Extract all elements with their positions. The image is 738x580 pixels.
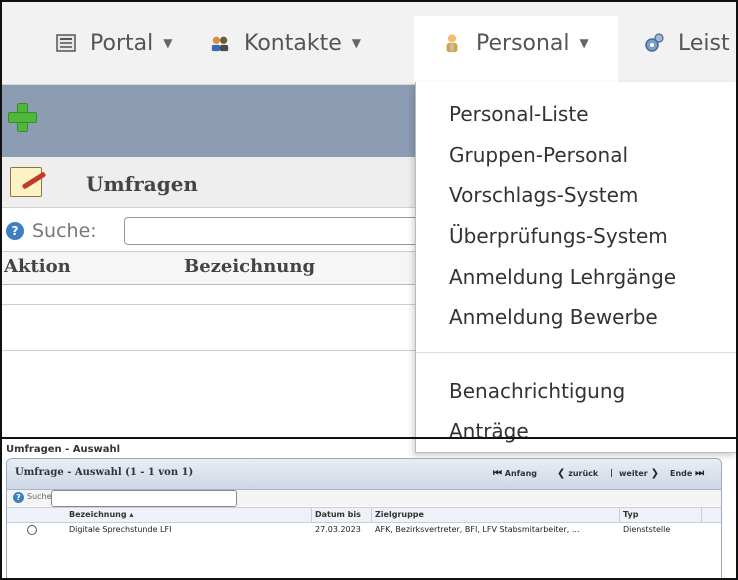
search-label: Suche: bbox=[32, 220, 97, 242]
dialog-table-header: Bezeichnung ▴ Datum bis Zielgruppe Typ bbox=[7, 507, 721, 523]
row-radio-button[interactable] bbox=[27, 525, 37, 535]
dialog-search-row: ? Suche: bbox=[7, 490, 721, 507]
pager-first-label: Anfang bbox=[504, 469, 537, 478]
add-icon[interactable] bbox=[8, 103, 37, 132]
prev-page-icon: ❮ bbox=[557, 468, 566, 479]
next-page-icon: ❯ bbox=[650, 468, 659, 479]
menu-item-personal-liste[interactable]: Personal-Liste bbox=[449, 102, 589, 126]
nav-portal[interactable]: Portal ▼ bbox=[56, 28, 172, 58]
portal-icon bbox=[56, 34, 76, 52]
pager-prev-label: zurück bbox=[568, 469, 599, 478]
column-header-bezeichnung[interactable]: Bezeichnung bbox=[184, 256, 315, 277]
chevron-down-icon: ▼ bbox=[163, 36, 173, 50]
section-divider bbox=[2, 437, 736, 439]
table-row[interactable]: Digitale Sprechstunde LFI 27.03.2023 AFK… bbox=[7, 523, 721, 537]
selection-dialog: Umfrage - Auswahl (1 - 1 von 1) ⏮ Anfang… bbox=[6, 458, 722, 578]
cell-datum-bis: 27.03.2023 bbox=[315, 525, 361, 534]
dialog-legend: Umfragen - Auswahl bbox=[6, 444, 121, 455]
search-input[interactable] bbox=[124, 217, 426, 245]
menu-item-antraege[interactable]: Anträge bbox=[449, 419, 529, 443]
nav-personal-label: Personal bbox=[476, 30, 570, 56]
chevron-down-icon: ▼ bbox=[351, 36, 361, 50]
nav-leist[interactable]: Leist bbox=[644, 28, 730, 58]
cell-typ: Dienststelle bbox=[623, 525, 671, 534]
menu-item-anmeldung-bewerbe[interactable]: Anmeldung Bewerbe bbox=[449, 305, 658, 329]
nav-kontakte[interactable]: Kontakte ▼ bbox=[210, 28, 361, 58]
column-header-zielgruppe[interactable]: Zielgruppe bbox=[375, 510, 424, 519]
personal-icon bbox=[446, 34, 458, 53]
pager-next[interactable]: weiter ❯ bbox=[619, 468, 659, 479]
pager-next-label: weiter bbox=[619, 469, 648, 478]
dialog-header: Umfrage - Auswahl (1 - 1 von 1) ⏮ Anfang… bbox=[7, 459, 721, 490]
dialog-search-input[interactable] bbox=[51, 490, 237, 507]
nav-kontakte-label: Kontakte bbox=[244, 30, 342, 56]
column-header-datum-bis[interactable]: Datum bis bbox=[315, 510, 361, 519]
column-separator bbox=[619, 508, 620, 522]
last-page-icon: ⏭ bbox=[695, 468, 705, 479]
column-header-bezeichnung[interactable]: Bezeichnung ▴ bbox=[69, 510, 133, 519]
help-icon[interactable]: ? bbox=[13, 492, 24, 503]
cell-bezeichnung: Digitale Sprechstunde LFI bbox=[69, 525, 172, 534]
help-icon[interactable]: ? bbox=[6, 222, 24, 240]
chevron-down-icon: ▼ bbox=[579, 36, 589, 50]
nav-leist-label: Leist bbox=[678, 30, 730, 56]
dialog-title: Umfrage - Auswahl (1 - 1 von 1) bbox=[15, 467, 194, 478]
pager-first[interactable]: ⏮ Anfang bbox=[493, 468, 537, 479]
gear-icon bbox=[645, 33, 664, 52]
menu-item-vorschlags-system[interactable]: Vorschlags-System bbox=[449, 183, 638, 207]
first-page-icon: ⏮ bbox=[493, 468, 502, 479]
pager-last-label: Ende bbox=[670, 469, 693, 478]
pager-separator: | bbox=[610, 468, 613, 477]
nav-portal-label: Portal bbox=[90, 30, 154, 56]
column-header-typ[interactable]: Typ bbox=[623, 510, 638, 519]
top-navbar: Portal ▼ Kontakte ▼ Personal ▼ Leist bbox=[2, 2, 736, 85]
pager-last[interactable]: Ende ⏭ bbox=[670, 468, 704, 479]
notepad-icon bbox=[10, 167, 42, 197]
column-header-aktion[interactable]: Aktion bbox=[4, 256, 71, 277]
contacts-icon bbox=[211, 36, 229, 52]
menu-item-anmeldung-lehrgaenge[interactable]: Anmeldung Lehrgänge bbox=[449, 265, 676, 289]
column-separator bbox=[311, 508, 312, 522]
nav-personal[interactable]: Personal ▼ bbox=[442, 28, 589, 58]
menu-item-ueberpruefungs-system[interactable]: Überprüfungs-System bbox=[449, 224, 668, 248]
pager-prev[interactable]: ❮ zurück bbox=[557, 468, 598, 479]
menu-item-benachrichtigung[interactable]: Benachrichtigung bbox=[449, 379, 625, 403]
menu-item-gruppen-personal[interactable]: Gruppen-Personal bbox=[449, 143, 628, 167]
page-title: Umfragen bbox=[86, 172, 198, 196]
cell-zielgruppe: AFK, Bezirksvertreter, BFI, LFV Stabsmit… bbox=[375, 525, 580, 534]
menu-divider bbox=[416, 352, 736, 353]
app-frame: Portal ▼ Kontakte ▼ Personal ▼ Leist Umf… bbox=[0, 0, 738, 580]
column-separator bbox=[701, 508, 702, 522]
personal-dropdown-menu: Personal-Liste Gruppen-Personal Vorschla… bbox=[415, 82, 736, 453]
column-separator bbox=[371, 508, 372, 522]
